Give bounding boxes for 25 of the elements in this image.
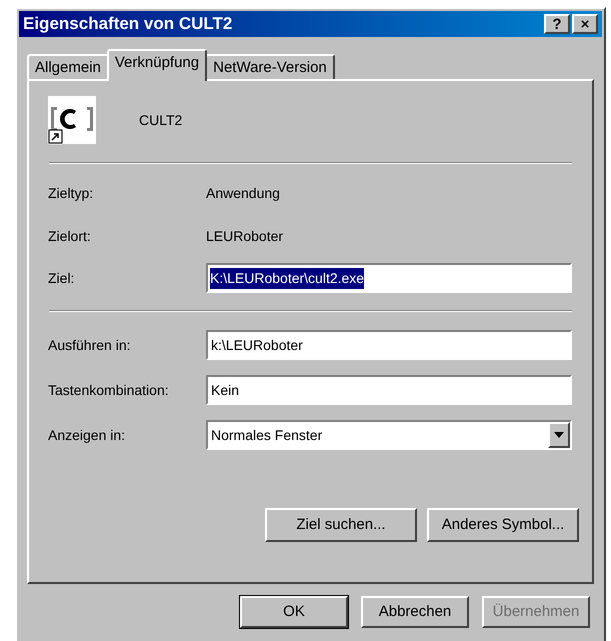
close-button[interactable]: × bbox=[572, 14, 598, 34]
panel-button[interactable]: Ziel suchen... bbox=[265, 508, 417, 542]
display-dropdown[interactable]: Normales Fenster bbox=[206, 420, 572, 450]
field-label: Tastenkombination: bbox=[48, 380, 170, 400]
info-label: Zielort: bbox=[48, 226, 92, 246]
input-field[interactable]: k:\LEURoboter bbox=[206, 330, 572, 360]
target-field[interactable]: K:\LEURoboter\cult2.exe bbox=[206, 263, 572, 293]
dialog-button[interactable]: OK bbox=[240, 596, 348, 628]
dialog-button[interactable]: Abbrechen bbox=[361, 596, 469, 628]
target-label: Ziel: bbox=[48, 268, 76, 288]
info-label: Zieltyp: bbox=[48, 184, 94, 203]
tab[interactable]: Allgemein bbox=[27, 54, 109, 81]
help-button[interactable]: ? bbox=[544, 14, 570, 34]
shortcut-icon bbox=[48, 96, 96, 144]
panel-button[interactable]: Anderes Symbol... bbox=[427, 508, 579, 542]
info-value: LEURoboter bbox=[206, 226, 284, 246]
field-label: Anzeigen in: bbox=[48, 426, 126, 445]
info-value: Anwendung bbox=[206, 184, 280, 203]
field-label: Ausführen in: bbox=[48, 336, 132, 354]
tab[interactable]: NetWare-Version bbox=[205, 54, 335, 81]
window-title: Eigenschaften von CULT2 bbox=[23, 13, 232, 36]
tab[interactable]: Verknüpfung bbox=[106, 49, 208, 81]
shortcut-name: CULT2 bbox=[139, 110, 182, 130]
target-value: K:\LEURoboter\cult2.exe bbox=[210, 268, 364, 288]
input-field[interactable]: Kein bbox=[206, 375, 572, 405]
